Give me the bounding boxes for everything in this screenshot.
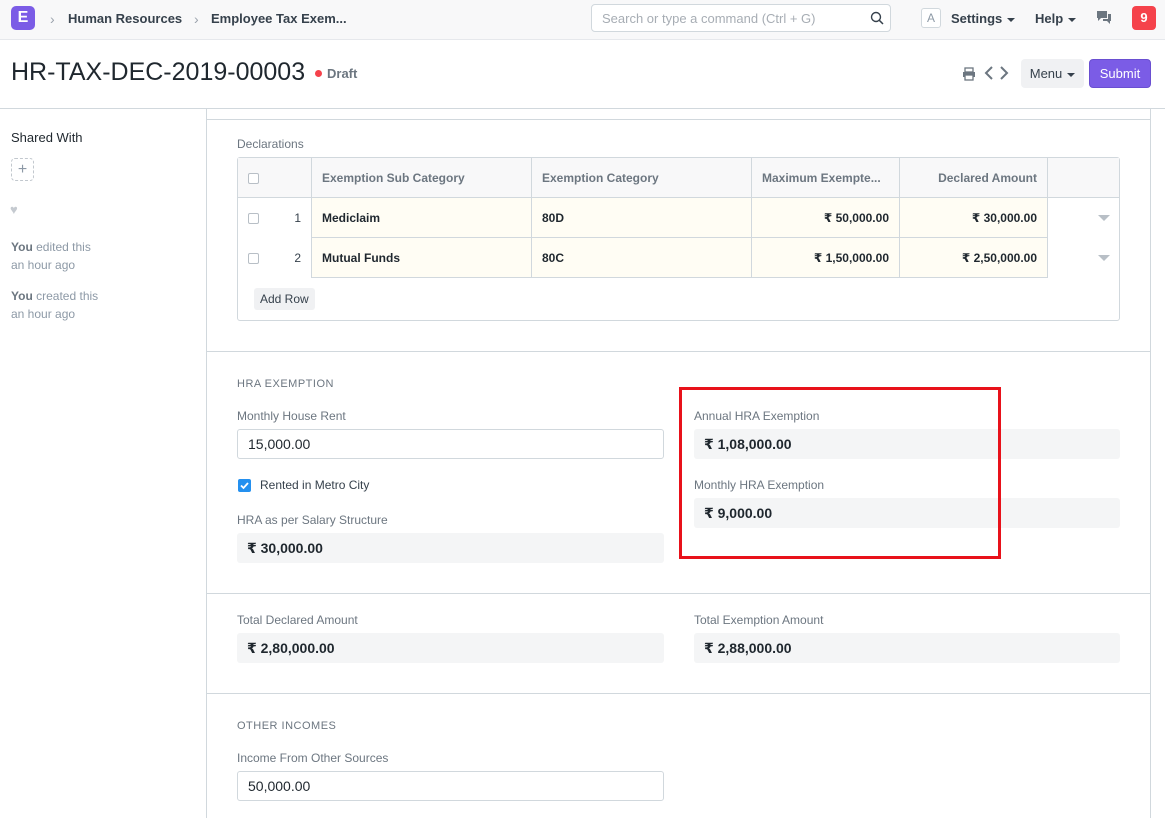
activity-action: edited this bbox=[36, 240, 91, 254]
menu-button[interactable]: Menu bbox=[1021, 59, 1084, 88]
activity-user: You bbox=[11, 289, 33, 303]
chevron-left-icon[interactable] bbox=[984, 66, 994, 80]
menu-button-label: Menu bbox=[1029, 66, 1063, 81]
row-index: 1 bbox=[294, 211, 301, 225]
row-select-cell: 1 bbox=[238, 198, 312, 238]
help-label: Help bbox=[1035, 11, 1064, 26]
total-declared-label: Total Declared Amount bbox=[237, 613, 358, 627]
metro-city-label: Rented in Metro City bbox=[260, 478, 370, 492]
other-income-label: Income From Other Sources bbox=[237, 751, 389, 765]
page-title: HR-TAX-DEC-2019-00003 bbox=[11, 58, 306, 86]
row-select-cell: 2 bbox=[238, 238, 312, 278]
column-header[interactable]: Declared Amount bbox=[900, 158, 1048, 198]
metro-city-checkbox[interactable] bbox=[238, 479, 251, 492]
breadcrumb-employee-tax-exemption[interactable]: Employee Tax Exem... bbox=[211, 11, 347, 26]
column-header[interactable]: Exemption Sub Category bbox=[312, 158, 532, 198]
row-dropdown-icon[interactable] bbox=[1098, 215, 1110, 221]
section-divider bbox=[206, 693, 1151, 694]
chevron-right-icon: › bbox=[50, 11, 55, 27]
status-badge: Draft bbox=[315, 66, 357, 81]
section-divider bbox=[206, 119, 1151, 120]
search-box bbox=[591, 4, 891, 32]
other-income-field[interactable]: 50,000.00 bbox=[237, 771, 664, 801]
total-declared-value: ₹ 2,80,000.00 bbox=[237, 633, 664, 663]
declared-amount-cell[interactable]: ₹ 30,000.00 bbox=[900, 198, 1048, 238]
select-all-checkbox[interactable] bbox=[248, 173, 259, 185]
shared-with-label: Shared With bbox=[11, 130, 83, 145]
category-cell[interactable]: 80C bbox=[532, 238, 752, 278]
total-exemption-value: ₹ 2,88,000.00 bbox=[694, 633, 1120, 663]
activity-item: You created this an hour ago bbox=[11, 287, 98, 323]
add-row-button[interactable]: Add Row bbox=[254, 288, 315, 310]
check-icon bbox=[240, 482, 249, 490]
column-header-empty bbox=[1048, 158, 1119, 198]
chat-icon[interactable] bbox=[1096, 9, 1112, 25]
search-input[interactable] bbox=[602, 5, 862, 31]
heart-icon[interactable]: ♥ bbox=[10, 202, 18, 217]
row-checkbox[interactable] bbox=[248, 213, 259, 225]
chevron-right-icon[interactable] bbox=[999, 66, 1009, 80]
caret-down-icon bbox=[1067, 72, 1076, 77]
status-dot-icon bbox=[315, 70, 322, 77]
salary-structure-value: ₹ 30,000.00 bbox=[237, 533, 664, 563]
table-header-row: Exemption Sub Category Exemption Categor… bbox=[238, 158, 1119, 198]
category-cell[interactable]: 80D bbox=[532, 198, 752, 238]
salary-structure-label: HRA as per Salary Structure bbox=[237, 513, 388, 527]
sub-category-cell[interactable]: Mediclaim bbox=[312, 198, 532, 238]
column-header[interactable]: Exemption Category bbox=[532, 158, 752, 198]
help-menu[interactable]: Help bbox=[1035, 11, 1077, 26]
row-dropdown-icon[interactable] bbox=[1098, 255, 1110, 261]
monthly-rent-label: Monthly House Rent bbox=[237, 409, 346, 423]
settings-menu[interactable]: Settings bbox=[951, 11, 1016, 26]
breadcrumb-human-resources[interactable]: Human Resources bbox=[68, 11, 182, 26]
row-checkbox[interactable] bbox=[248, 253, 259, 265]
notification-badge[interactable]: 9 bbox=[1132, 6, 1156, 30]
activity-time: an hour ago bbox=[11, 307, 76, 321]
settings-label: Settings bbox=[951, 11, 1003, 26]
navbar: E › Human Resources › Employee Tax Exem.… bbox=[0, 0, 1165, 40]
declarations-label: Declarations bbox=[237, 137, 304, 151]
app-logo[interactable]: E bbox=[11, 6, 35, 30]
other-incomes-heading: OTHER INCOMES bbox=[237, 720, 337, 732]
max-exempted-cell[interactable]: ₹ 50,000.00 bbox=[752, 198, 900, 238]
total-exemption-label: Total Exemption Amount bbox=[694, 613, 824, 627]
sub-category-cell[interactable]: Mutual Funds bbox=[312, 238, 532, 278]
section-divider bbox=[206, 593, 1151, 594]
submit-button[interactable]: Submit bbox=[1089, 59, 1151, 88]
section-divider bbox=[206, 351, 1151, 352]
caret-down-icon bbox=[1068, 17, 1077, 22]
hra-section-heading: HRA EXEMPTION bbox=[237, 378, 334, 390]
column-header[interactable]: Maximum Exempte... bbox=[752, 158, 900, 198]
activity-action: created this bbox=[36, 289, 99, 303]
caret-down-icon bbox=[1007, 17, 1016, 22]
monthly-rent-field[interactable]: 15,000.00 bbox=[237, 429, 664, 459]
highlight-annotation bbox=[679, 387, 1001, 559]
activity-user: You bbox=[11, 240, 33, 254]
row-index: 2 bbox=[294, 251, 301, 265]
table-row[interactable]: 2 Mutual Funds 80C ₹ 1,50,000.00 ₹ 2,50,… bbox=[238, 238, 1119, 278]
declared-amount-cell[interactable]: ₹ 2,50,000.00 bbox=[900, 238, 1048, 278]
activity-time: an hour ago bbox=[11, 258, 76, 272]
chevron-right-icon: › bbox=[194, 11, 199, 27]
user-avatar[interactable]: A bbox=[921, 8, 941, 28]
activity-item: You edited this an hour ago bbox=[11, 238, 91, 274]
search-icon[interactable] bbox=[870, 11, 884, 25]
declarations-table: Exemption Sub Category Exemption Categor… bbox=[237, 157, 1120, 321]
add-share-button[interactable]: + bbox=[11, 158, 34, 181]
print-icon[interactable] bbox=[962, 67, 976, 81]
max-exempted-cell[interactable]: ₹ 1,50,000.00 bbox=[752, 238, 900, 278]
select-all-cell bbox=[238, 158, 312, 198]
status-label: Draft bbox=[327, 66, 358, 81]
table-row[interactable]: 1 Mediclaim 80D ₹ 50,000.00 ₹ 30,000.00 bbox=[238, 198, 1119, 238]
